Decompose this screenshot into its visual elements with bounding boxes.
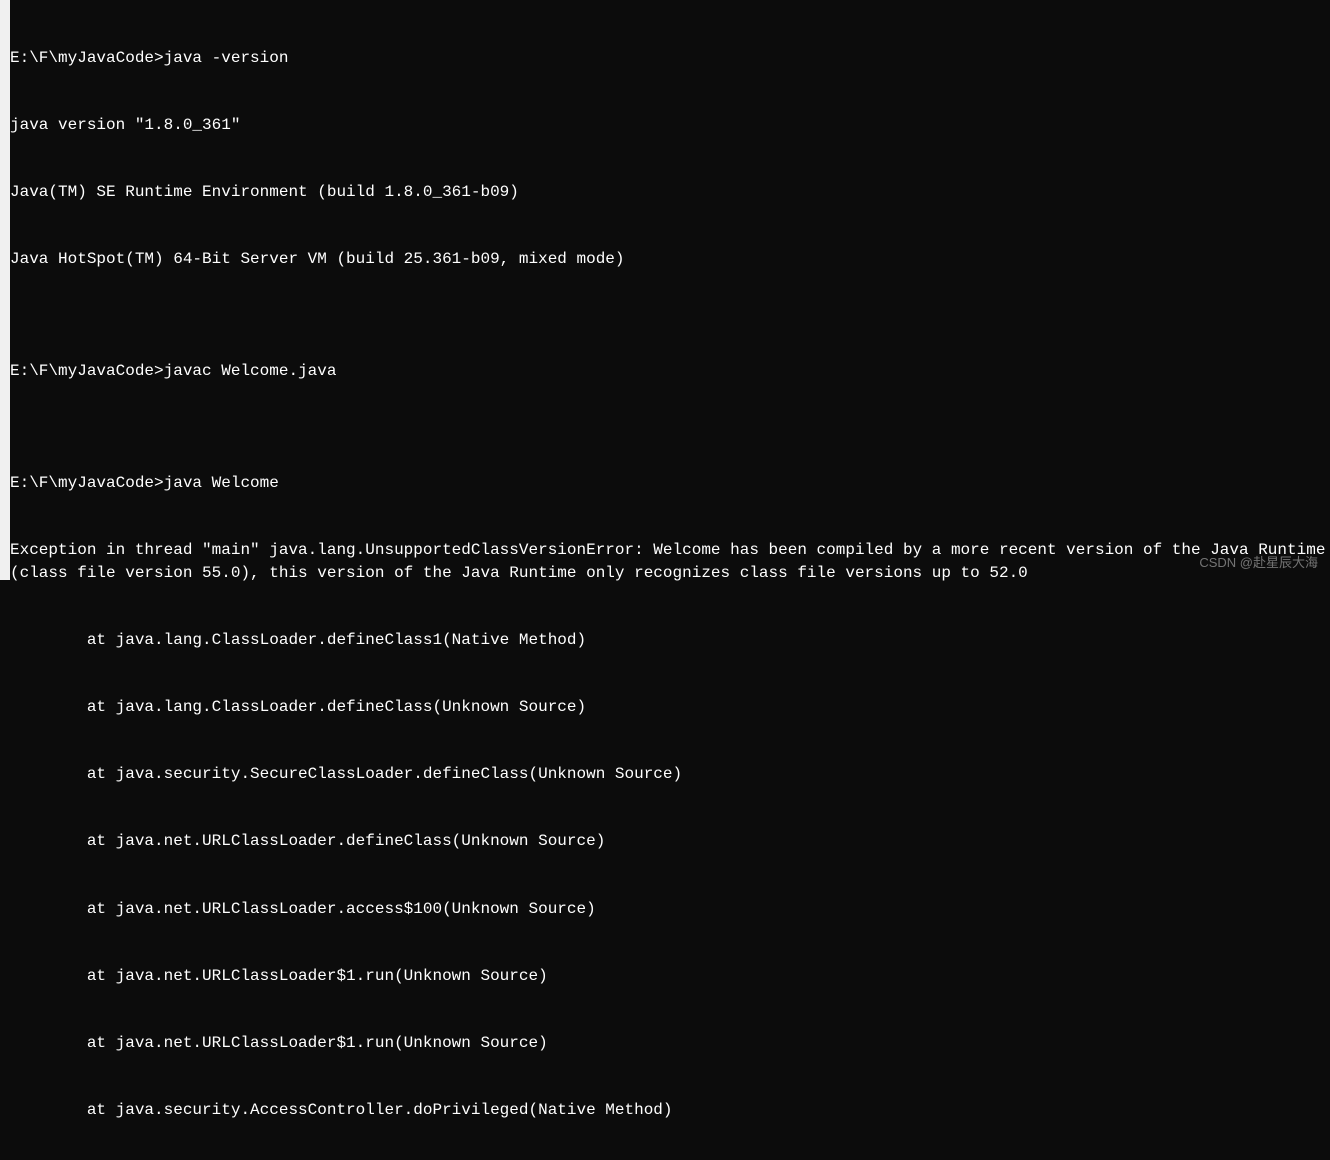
terminal-line: Java HotSpot(TM) 64-Bit Server VM (build… [10,248,1330,270]
sidebar-artifact [0,0,10,580]
terminal-line: at java.net.URLClassLoader.defineClass(U… [10,830,1330,852]
terminal-line: java version "1.8.0_361" [10,114,1330,136]
terminal-line: at java.net.URLClassLoader$1.run(Unknown… [10,1032,1330,1054]
terminal-line: at java.net.URLClassLoader$1.run(Unknown… [10,965,1330,987]
terminal-line: Java(TM) SE Runtime Environment (build 1… [10,181,1330,203]
terminal-line: at java.security.SecureClassLoader.defin… [10,763,1330,785]
watermark-text: CSDN @赴星辰大海 [1199,554,1318,572]
terminal-line: Exception in thread "main" java.lang.Uns… [10,539,1330,584]
terminal-line: E:\F\myJavaCode>javac Welcome.java [10,360,1330,382]
terminal-line: at java.net.URLClassLoader.access$100(Un… [10,898,1330,920]
terminal-line: at java.security.AccessController.doPriv… [10,1099,1330,1121]
terminal-line: E:\F\myJavaCode>java -version [10,47,1330,69]
terminal-line: E:\F\myJavaCode>java Welcome [10,472,1330,494]
terminal-line: at java.lang.ClassLoader.defineClass(Unk… [10,696,1330,718]
terminal-line: at java.lang.ClassLoader.defineClass1(Na… [10,629,1330,651]
terminal-output[interactable]: E:\F\myJavaCode>java -version java versi… [10,2,1330,1160]
